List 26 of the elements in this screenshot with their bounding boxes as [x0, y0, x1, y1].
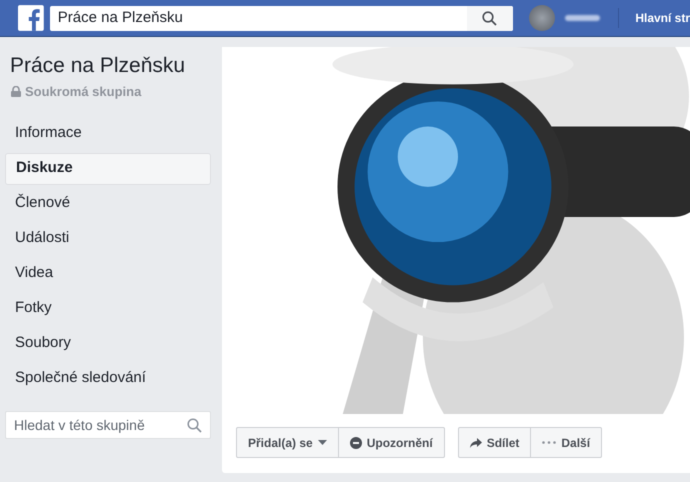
search-icon[interactable] — [482, 10, 498, 26]
sidebar-item[interactable]: Společné sledování — [5, 362, 211, 394]
facebook-logo-icon[interactable] — [18, 5, 44, 31]
blurred-user-name[interactable] — [564, 15, 600, 21]
group-search-field[interactable]: Hledat v této skupině — [5, 410, 211, 438]
home-link[interactable]: Hlavní str — [635, 9, 690, 27]
search-field[interactable]: Práce na Plzeňsku — [50, 6, 513, 30]
sidebar-item[interactable]: Diskuze — [5, 152, 211, 184]
group-name: Práce na Plzeňsku — [9, 53, 186, 79]
more-dots-icon — [542, 441, 556, 444]
avatar[interactable] — [528, 5, 555, 31]
sidebar-item[interactable]: Informace — [5, 118, 211, 150]
minus-circle-icon — [350, 436, 362, 448]
sidebar-item[interactable]: Členové — [5, 188, 211, 220]
privacy-label: Soukromá skupina — [25, 83, 142, 101]
action-button[interactable]: Přidal(a) se — [236, 427, 339, 458]
sidebar-item[interactable]: Události — [5, 222, 211, 254]
share-arrow-icon — [470, 438, 482, 448]
action-button[interactable]: Sdílet — [458, 427, 532, 458]
caret-icon — [318, 440, 327, 445]
action-button[interactable]: Další — [531, 427, 602, 458]
action-button[interactable]: Upozornění — [338, 427, 445, 458]
sidebar-item[interactable]: Soubory — [5, 328, 211, 360]
lock-icon — [11, 86, 21, 98]
sidebar-item[interactable]: Videa — [5, 258, 211, 290]
sidebar-item[interactable]: Fotky — [5, 292, 211, 324]
